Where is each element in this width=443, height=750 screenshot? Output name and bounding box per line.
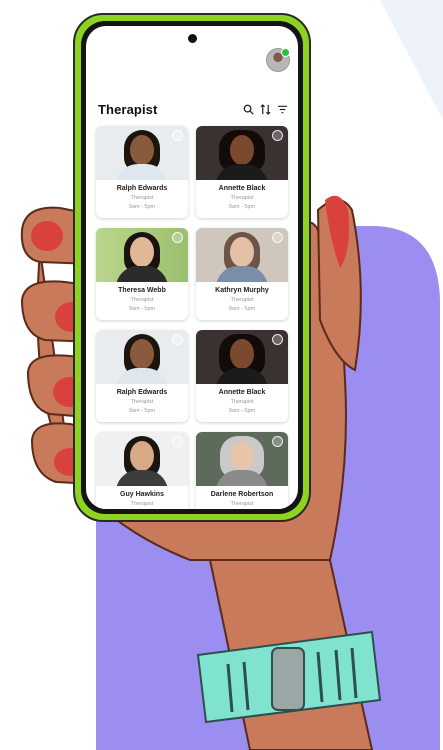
therapist-name: Annette Black: [218, 185, 266, 192]
therapist-card[interactable]: Theresa Webb Therapist 9am - 5pm: [96, 228, 188, 320]
nail-index: [31, 221, 63, 251]
therapist-hours: 9am - 5pm: [228, 204, 256, 210]
therapist-hours: 9am - 5pm: [128, 306, 156, 312]
header-tools: [243, 103, 288, 115]
therapist-role: Therapist: [230, 297, 254, 303]
therapist-card[interactable]: Ralph Edwards Therapist 9am - 5pm: [96, 126, 188, 218]
favorite-icon[interactable]: [272, 436, 283, 447]
therapist-card[interactable]: Darlene Robertson Therapist: [196, 432, 288, 509]
therapist-role: Therapist: [130, 195, 154, 201]
therapist-role: Therapist: [230, 195, 254, 201]
therapist-name: Ralph Edwards: [116, 185, 168, 192]
favorite-icon[interactable]: [172, 334, 183, 345]
therapist-name: Theresa Webb: [118, 287, 166, 294]
therapist-hours: 9am - 5pm: [128, 408, 156, 414]
therapist-photo: [196, 228, 288, 282]
therapist-photo: [96, 330, 188, 384]
sort-icon[interactable]: [260, 103, 271, 115]
therapist-name: Ralph Edwards: [116, 389, 168, 396]
therapist-role: Therapist: [130, 501, 154, 507]
therapist-role: Therapist: [230, 399, 254, 405]
search-icon[interactable]: [243, 104, 254, 115]
therapist-card[interactable]: Guy Hawkins Therapist: [96, 432, 188, 509]
therapist-card[interactable]: Annette Black Therapist 9am - 5pm: [196, 126, 288, 218]
favorite-icon[interactable]: [172, 130, 183, 141]
therapist-hours: 9am - 5pm: [228, 408, 256, 414]
light-ray-decoration: [380, 0, 443, 120]
therapist-name: Annette Black: [218, 389, 266, 396]
favorite-icon[interactable]: [172, 232, 183, 243]
therapist-role: Therapist: [130, 399, 154, 405]
app-screen: Therapist Ralph Edwards Therapist 9am - …: [86, 26, 298, 509]
therapist-grid: Ralph Edwards Therapist 9am - 5pm Annett…: [96, 126, 288, 509]
therapist-name: Darlene Robertson: [210, 491, 274, 498]
therapist-hours: 9am - 5pm: [228, 306, 256, 312]
online-status-dot: [281, 48, 290, 57]
favorite-icon[interactable]: [272, 232, 283, 243]
phone-bezel: Therapist Ralph Edwards Therapist 9am - …: [81, 21, 303, 514]
favorite-icon[interactable]: [172, 436, 183, 447]
front-camera: [188, 34, 197, 43]
therapist-role: Therapist: [130, 297, 154, 303]
therapist-hours: 9am - 5pm: [128, 204, 156, 210]
band-buckle: [271, 647, 305, 711]
phone-device: Therapist Ralph Edwards Therapist 9am - …: [73, 13, 311, 522]
favorite-icon[interactable]: [272, 334, 283, 345]
therapist-card[interactable]: Annette Black Therapist 9am - 5pm: [196, 330, 288, 422]
page-header: Therapist: [98, 98, 288, 120]
therapist-photo: [196, 330, 288, 384]
profile-avatar[interactable]: [266, 48, 290, 72]
filter-icon[interactable]: [277, 104, 288, 115]
favorite-icon[interactable]: [272, 130, 283, 141]
therapist-photo: [96, 228, 188, 282]
therapist-name: Guy Hawkins: [120, 491, 164, 498]
therapist-photo: [196, 432, 288, 486]
page-title: Therapist: [98, 101, 158, 117]
therapist-photo: [196, 126, 288, 180]
therapist-card[interactable]: Ralph Edwards Therapist 9am - 5pm: [96, 330, 188, 422]
therapist-name: Kathryn Murphy: [215, 287, 269, 294]
therapist-role: Therapist: [230, 501, 254, 507]
therapist-photo: [96, 432, 188, 486]
therapist-card[interactable]: Kathryn Murphy Therapist 9am - 5pm: [196, 228, 288, 320]
therapist-photo: [96, 126, 188, 180]
